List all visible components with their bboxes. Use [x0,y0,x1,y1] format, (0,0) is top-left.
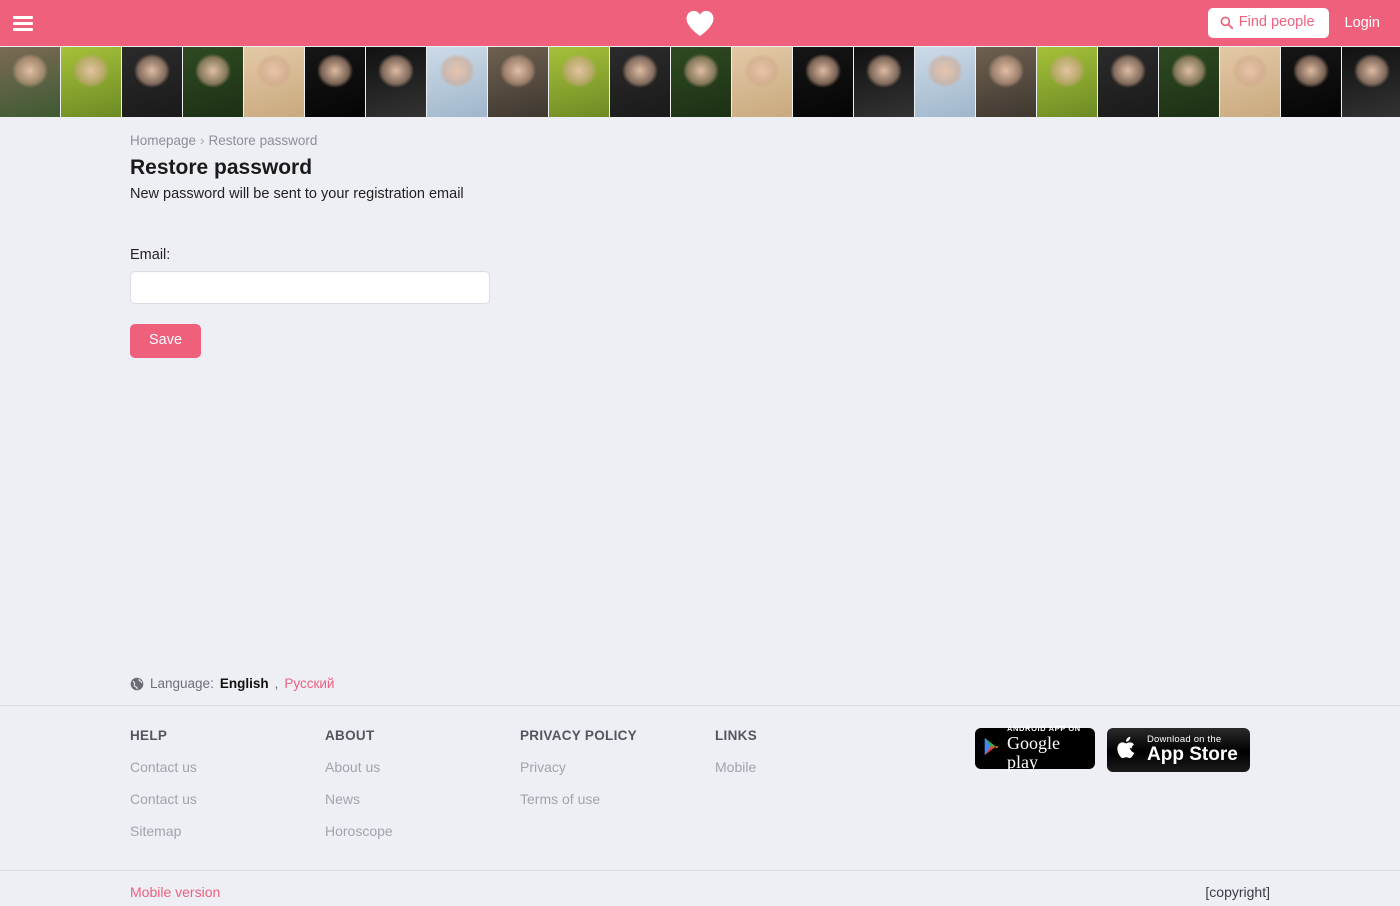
email-input[interactable] [130,271,490,305]
footer-link[interactable]: Terms of use [520,791,715,807]
footer-link[interactable]: Sitemap [130,823,325,839]
breadcrumb-current: Restore password [208,133,318,148]
language-comma: , [274,676,279,691]
footer: HELP Contact us Contact us Sitemap ABOUT Abou… [0,706,1400,870]
profile-thumbnail[interactable] [793,47,853,117]
top-header-bar: Find people Login [0,0,1400,46]
profile-thumbnail[interactable] [1098,47,1158,117]
apple-logo-icon [1117,735,1139,766]
app-store-big-text: App Store [1147,744,1238,766]
main-content: Homepage › Restore password Restore passwo… [0,117,1400,670]
footer-column-heading: LINKS [715,728,757,743]
app-store-badge[interactable]: Download on the App Store [1107,728,1250,772]
profile-thumbnail[interactable] [610,47,670,117]
breadcrumb-home-link[interactable]: Homepage [130,133,196,148]
footer-link[interactable]: About us [325,759,520,775]
profile-photo-strip [0,46,1400,117]
email-field-label: Email: [130,247,171,264]
breadcrumb: Homepage › Restore password [130,133,1400,148]
page-subtitle: New password will be sent to your regist… [130,186,464,203]
app-store-text: Download on the App Store [1147,734,1238,766]
footer-link[interactable]: Horoscope [325,823,520,839]
profile-thumbnail[interactable] [549,47,609,117]
footer-column: PRIVACY POLICY Privacy Terms of use [520,728,715,870]
profile-thumbnail[interactable] [976,47,1036,117]
footer-link[interactable]: News [325,791,520,807]
login-link[interactable]: Login [1335,7,1390,39]
find-people-label: Find people [1238,14,1315,31]
breadcrumb-separator-icon: › [200,133,205,148]
page-title: Restore password [130,156,313,179]
google-play-text: ANDROID APP ON Google play [1007,725,1087,771]
footer-link[interactable]: Contact us [130,791,325,807]
footer-column-heading: PRIVACY POLICY [520,728,637,743]
hamburger-bar-1 [13,15,33,19]
footer-column: ABOUT About us News Horoscope [325,728,520,870]
profile-thumbnail[interactable] [427,47,487,117]
footer-link[interactable]: Mobile [715,759,975,775]
profile-thumbnail[interactable] [1159,47,1219,117]
profile-thumbnail[interactable] [305,47,365,117]
footer-link[interactable]: Privacy [520,759,715,775]
profile-thumbnail[interactable] [1342,47,1400,117]
hamburger-bar-3 [13,27,33,31]
find-people-button[interactable]: Find people [1207,8,1329,38]
footer-link[interactable]: Contact us [130,759,325,775]
bottom-bar: Mobile version [copyright] [0,871,1400,906]
footer-column-heading: HELP [130,728,168,743]
copyright-text: [copyright] [1205,884,1270,900]
profile-thumbnail[interactable] [1220,47,1280,117]
save-button[interactable]: Save [130,324,202,358]
profile-thumbnail[interactable] [915,47,975,117]
search-icon [1220,16,1233,29]
profile-thumbnail[interactable] [1037,47,1097,117]
footer-column: LINKS Mobile [715,728,975,870]
profile-thumbnail[interactable] [671,47,731,117]
google-play-icon [983,737,1000,761]
globe-icon [130,677,144,691]
restore-password-form: Email: Save [130,247,1400,358]
profile-thumbnail[interactable] [183,47,243,117]
header-actions: Find people Login [1207,0,1390,46]
profile-thumbnail[interactable] [732,47,792,117]
heart-logo-icon[interactable] [685,9,715,37]
language-label: Language: [150,676,214,691]
language-alternate-link[interactable]: Русский [284,676,334,691]
language-current: English [219,676,269,691]
profile-thumbnail[interactable] [244,47,304,117]
app-store-badges: ANDROID APP ON Google play Download on t… [975,725,1250,870]
profile-thumbnail[interactable] [122,47,182,117]
hamburger-menu-icon[interactable] [0,0,46,46]
profile-thumbnail[interactable] [366,47,426,117]
profile-thumbnail[interactable] [1281,47,1341,117]
google-play-big-text: Google play [1007,732,1060,772]
mobile-version-link[interactable]: Mobile version [130,884,220,900]
profile-thumbnail[interactable] [488,47,548,117]
footer-column-heading: ABOUT [325,728,375,743]
language-selector: Language: English, Русский [0,670,1400,705]
profile-thumbnail[interactable] [61,47,121,117]
profile-thumbnail[interactable] [854,47,914,117]
profile-thumbnail[interactable] [0,47,60,117]
google-play-badge[interactable]: ANDROID APP ON Google play [975,725,1095,771]
footer-column: HELP Contact us Contact us Sitemap [130,728,325,870]
hamburger-bar-2 [13,21,33,25]
